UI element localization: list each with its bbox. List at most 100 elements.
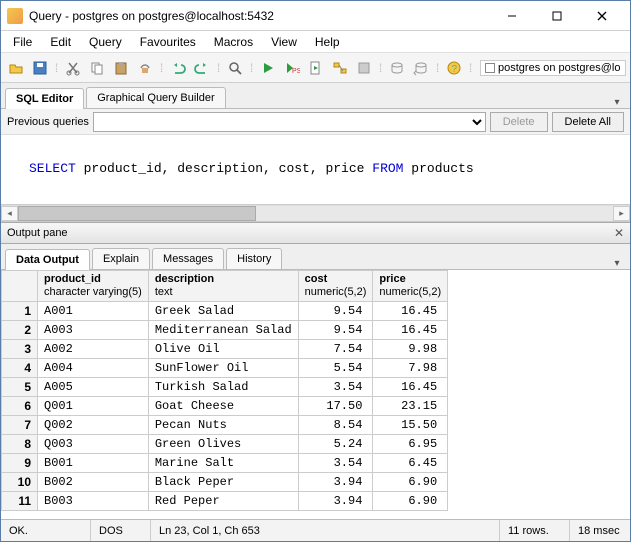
cell[interactable]: A003 [38,321,149,340]
table-row[interactable]: 2A003Mediterranean Salad9.5416.45 [2,321,448,340]
table-row[interactable]: 1A001Greek Salad9.5416.45 [2,302,448,321]
cell[interactable]: A004 [38,359,149,378]
cell[interactable]: 17.50 [298,397,373,416]
cell[interactable]: 6.90 [373,492,448,511]
table-row[interactable]: 7Q002Pecan Nuts8.5415.50 [2,416,448,435]
row-number[interactable]: 7 [2,416,38,435]
table-row[interactable]: 4A004SunFlower Oil5.547.98 [2,359,448,378]
cell[interactable]: Greek Salad [148,302,298,321]
previous-queries-select[interactable] [93,112,486,132]
find-icon[interactable] [224,57,246,79]
table-row[interactable]: 8Q003Green Olives5.246.95 [2,435,448,454]
save-icon[interactable] [29,57,51,79]
table-row[interactable]: 6Q001Goat Cheese17.5023.15 [2,397,448,416]
cell[interactable]: 3.94 [298,473,373,492]
cell[interactable]: 16.45 [373,321,448,340]
cell[interactable]: Pecan Nuts [148,416,298,435]
cell[interactable]: 6.45 [373,454,448,473]
paste-icon[interactable] [110,57,132,79]
scroll-right-icon[interactable]: ▸ [613,206,630,221]
cell[interactable]: 7.98 [373,359,448,378]
table-row[interactable]: 10B002Black Peper3.946.90 [2,473,448,492]
row-number[interactable]: 8 [2,435,38,454]
column-header[interactable]: costnumeric(5,2) [298,271,373,302]
cell[interactable]: Red Peper [148,492,298,511]
column-header[interactable]: product_idcharacter varying(5) [38,271,149,302]
copy-icon[interactable] [86,57,108,79]
cell[interactable]: 15.50 [373,416,448,435]
cell[interactable]: 5.54 [298,359,373,378]
cell[interactable]: B002 [38,473,149,492]
delete-all-button[interactable]: Delete All [552,112,624,132]
delete-button[interactable]: Delete [490,112,548,132]
cell[interactable]: A005 [38,378,149,397]
row-number[interactable]: 3 [2,340,38,359]
cell[interactable]: 9.98 [373,340,448,359]
database-selector[interactable]: postgres on postgres@lo [480,60,626,76]
cell[interactable]: Marine Salt [148,454,298,473]
rollback-icon[interactable] [410,57,432,79]
cell[interactable]: Goat Cheese [148,397,298,416]
cell[interactable]: SunFlower Oil [148,359,298,378]
cell[interactable]: Green Olives [148,435,298,454]
tab-messages[interactable]: Messages [152,248,224,269]
cell[interactable]: Mediterranean Salad [148,321,298,340]
table-row[interactable]: 5A005Turkish Salad3.5416.45 [2,378,448,397]
grid-corner[interactable] [2,271,38,302]
cell[interactable]: A002 [38,340,149,359]
tab-explain[interactable]: Explain [92,248,150,269]
scroll-left-icon[interactable]: ◂ [1,206,18,221]
tabs-dropdown-icon[interactable]: ▾ [608,97,626,108]
result-grid-wrapper[interactable]: product_idcharacter varying(5)descriptio… [1,270,630,519]
menu-query[interactable]: Query [81,33,130,51]
row-number[interactable]: 2 [2,321,38,340]
minimize-button[interactable] [489,2,534,30]
scroll-thumb[interactable] [18,206,256,221]
menu-view[interactable]: View [263,33,305,51]
tab-graphical-query-builder[interactable]: Graphical Query Builder [86,87,225,108]
scroll-track[interactable] [18,206,613,221]
undo-icon[interactable] [167,57,189,79]
cell[interactable]: B001 [38,454,149,473]
explain-icon[interactable] [329,57,351,79]
cell[interactable]: 7.54 [298,340,373,359]
cell[interactable]: A001 [38,302,149,321]
commit-icon[interactable] [386,57,408,79]
column-header[interactable]: pricenumeric(5,2) [373,271,448,302]
table-row[interactable]: 3A002Olive Oil7.549.98 [2,340,448,359]
execute-pgscript-icon[interactable]: PS [281,57,303,79]
cell[interactable]: 9.54 [298,302,373,321]
cell[interactable]: 23.15 [373,397,448,416]
output-pane-close-icon[interactable]: ✕ [614,226,624,240]
table-row[interactable]: 11B003Red Peper3.946.90 [2,492,448,511]
menu-edit[interactable]: Edit [42,33,79,51]
row-number[interactable]: 10 [2,473,38,492]
tab-sql-editor[interactable]: SQL Editor [5,88,84,109]
cell[interactable]: 16.45 [373,378,448,397]
row-number[interactable]: 1 [2,302,38,321]
tab-history[interactable]: History [226,248,282,269]
cell[interactable]: 3.94 [298,492,373,511]
execute-icon[interactable] [257,57,279,79]
close-button[interactable] [579,2,624,30]
cell[interactable]: Q003 [38,435,149,454]
menu-help[interactable]: Help [307,33,348,51]
menu-favourites[interactable]: Favourites [132,33,204,51]
menu-macros[interactable]: Macros [206,33,261,51]
cell[interactable]: Black Peper [148,473,298,492]
output-tabs-dropdown-icon[interactable]: ▾ [608,258,626,269]
open-icon[interactable] [5,57,27,79]
redo-icon[interactable] [191,57,213,79]
cell[interactable]: 6.95 [373,435,448,454]
help-icon[interactable]: ? [443,57,465,79]
cell[interactable]: Q002 [38,416,149,435]
cell[interactable]: Turkish Salad [148,378,298,397]
clear-icon[interactable] [134,57,156,79]
cut-icon[interactable] [62,57,84,79]
cell[interactable]: 16.45 [373,302,448,321]
row-number[interactable]: 9 [2,454,38,473]
row-number[interactable]: 5 [2,378,38,397]
menu-file[interactable]: File [5,33,40,51]
editor-hscrollbar[interactable]: ◂ ▸ [1,205,630,222]
row-number[interactable]: 11 [2,492,38,511]
